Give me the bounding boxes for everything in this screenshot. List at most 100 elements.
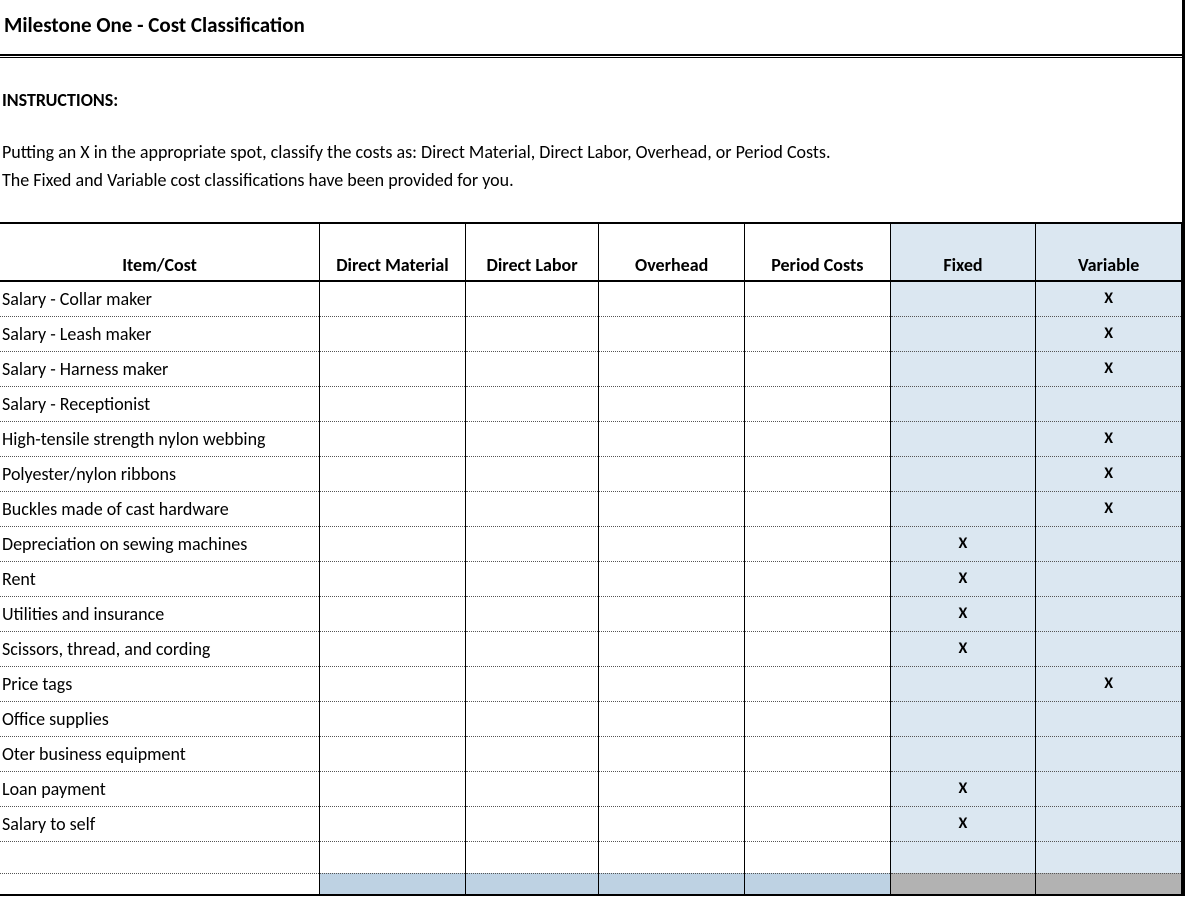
cell-oh[interactable] — [599, 561, 745, 596]
item-cost-cell: Salary to self — [0, 806, 320, 841]
cell-pc[interactable] — [744, 386, 890, 421]
cell-oh[interactable] — [599, 806, 745, 841]
cell-pc[interactable] — [744, 421, 890, 456]
cell-dl[interactable] — [465, 526, 599, 561]
cell-dl[interactable] — [465, 736, 599, 771]
cell-oh[interactable] — [599, 631, 745, 666]
cell-oh[interactable] — [599, 666, 745, 701]
item-cost-cell: Scissors, thread, and cording — [0, 631, 320, 666]
blank-cell — [465, 841, 599, 873]
cell-vr — [1036, 526, 1182, 561]
item-cost-cell: Salary - Collar maker — [0, 281, 320, 316]
cell-fx — [890, 456, 1036, 491]
cell-pc[interactable] — [744, 701, 890, 736]
cell-dm[interactable] — [320, 281, 466, 316]
cell-vr: X — [1036, 666, 1182, 701]
cell-dm[interactable] — [320, 736, 466, 771]
cell-pc[interactable] — [744, 351, 890, 386]
cell-oh[interactable] — [599, 281, 745, 316]
cell-pc[interactable] — [744, 561, 890, 596]
cell-dl[interactable] — [465, 701, 599, 736]
cost-classification-table: Item/Cost Direct Material Direct Labor O… — [0, 222, 1182, 896]
cell-oh[interactable] — [599, 526, 745, 561]
cell-vr — [1036, 386, 1182, 421]
cell-pc[interactable] — [744, 491, 890, 526]
cell-dl[interactable] — [465, 771, 599, 806]
blank-item-cell — [0, 841, 320, 873]
cell-pc[interactable] — [744, 456, 890, 491]
cell-dm[interactable] — [320, 421, 466, 456]
item-cost-cell: Utilities and insurance — [0, 596, 320, 631]
cell-dm[interactable] — [320, 526, 466, 561]
cell-dl[interactable] — [465, 456, 599, 491]
cell-vr — [1036, 561, 1182, 596]
item-cost-cell: Polyester/nylon ribbons — [0, 456, 320, 491]
table-row: Salary - Harness makerX — [0, 351, 1182, 386]
cell-dl[interactable] — [465, 806, 599, 841]
item-cost-cell: Price tags — [0, 666, 320, 701]
cell-dm[interactable] — [320, 386, 466, 421]
cell-dl[interactable] — [465, 666, 599, 701]
cell-fx — [890, 281, 1036, 316]
cell-oh[interactable] — [599, 316, 745, 351]
table-row: High-tensile strength nylon webbingX — [0, 421, 1182, 456]
cell-fx: X — [890, 771, 1036, 806]
cell-fx: X — [890, 631, 1036, 666]
cell-pc[interactable] — [744, 316, 890, 351]
cell-pc[interactable] — [744, 596, 890, 631]
footer-cell — [890, 873, 1036, 895]
cell-oh[interactable] — [599, 771, 745, 806]
cell-dl[interactable] — [465, 631, 599, 666]
cell-dm[interactable] — [320, 666, 466, 701]
cell-dm[interactable] — [320, 456, 466, 491]
cell-dl[interactable] — [465, 421, 599, 456]
cell-dm[interactable] — [320, 316, 466, 351]
cell-dl[interactable] — [465, 596, 599, 631]
cell-dl[interactable] — [465, 316, 599, 351]
cell-oh[interactable] — [599, 386, 745, 421]
cell-oh[interactable] — [599, 351, 745, 386]
cell-vr: X — [1036, 456, 1182, 491]
cell-dm[interactable] — [320, 631, 466, 666]
cell-dm[interactable] — [320, 771, 466, 806]
cell-dl[interactable] — [465, 281, 599, 316]
cell-dl[interactable] — [465, 491, 599, 526]
cell-fx: X — [890, 596, 1036, 631]
cell-dm[interactable] — [320, 596, 466, 631]
cell-oh[interactable] — [599, 596, 745, 631]
cell-dm[interactable] — [320, 806, 466, 841]
cell-vr: X — [1036, 316, 1182, 351]
cell-dm[interactable] — [320, 701, 466, 736]
cell-pc[interactable] — [744, 771, 890, 806]
table-blank-row — [0, 841, 1182, 873]
cell-oh[interactable] — [599, 736, 745, 771]
table-row: Salary - Collar makerX — [0, 281, 1182, 316]
cell-pc[interactable] — [744, 666, 890, 701]
cell-dl[interactable] — [465, 386, 599, 421]
cell-oh[interactable] — [599, 421, 745, 456]
header-fixed: Fixed — [890, 223, 1036, 281]
cell-pc[interactable] — [744, 631, 890, 666]
blank-cell — [890, 841, 1036, 873]
item-cost-cell: Buckles made of cast hardware — [0, 491, 320, 526]
cell-pc[interactable] — [744, 281, 890, 316]
item-cost-cell: Office supplies — [0, 701, 320, 736]
cell-dm[interactable] — [320, 561, 466, 596]
cell-pc[interactable] — [744, 806, 890, 841]
item-cost-cell: Salary - Leash maker — [0, 316, 320, 351]
cell-oh[interactable] — [599, 491, 745, 526]
table-body: Salary - Collar makerXSalary - Leash mak… — [0, 281, 1182, 895]
cell-pc[interactable] — [744, 526, 890, 561]
cell-oh[interactable] — [599, 701, 745, 736]
cell-vr — [1036, 631, 1182, 666]
header-direct-material: Direct Material — [320, 223, 466, 281]
cell-pc[interactable] — [744, 736, 890, 771]
footer-cell — [1036, 873, 1182, 895]
cell-dm[interactable] — [320, 491, 466, 526]
cell-fx — [890, 421, 1036, 456]
cell-oh[interactable] — [599, 456, 745, 491]
cell-dl[interactable] — [465, 561, 599, 596]
cell-dl[interactable] — [465, 351, 599, 386]
cell-dm[interactable] — [320, 351, 466, 386]
item-cost-cell: Loan payment — [0, 771, 320, 806]
